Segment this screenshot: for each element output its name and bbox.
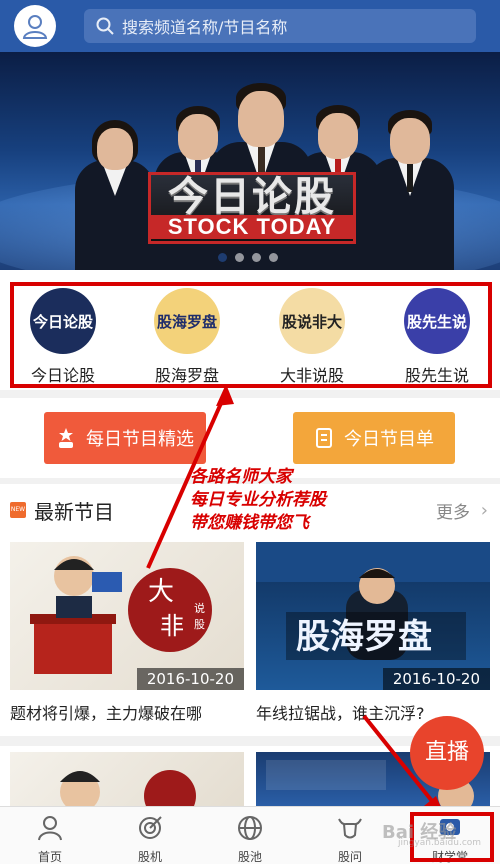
globe-icon (238, 816, 262, 840)
tab-label: 股池 (237, 850, 262, 864)
target-icon (139, 816, 162, 839)
tab-label: 股机 (137, 850, 162, 864)
home-people-icon (38, 816, 62, 841)
watermark-url: jingyan.baidu.com (398, 838, 482, 848)
tab-home[interactable]: 首页 (0, 807, 100, 864)
tab-stock-pool[interactable]: 股池 (200, 807, 300, 864)
tab-label: 首页 (37, 850, 62, 864)
live-button[interactable]: 直播 (410, 716, 484, 790)
tab-label: 股问 (337, 850, 362, 864)
tab-stock-chance[interactable]: 股机 (100, 807, 200, 864)
bull-icon (338, 818, 362, 839)
